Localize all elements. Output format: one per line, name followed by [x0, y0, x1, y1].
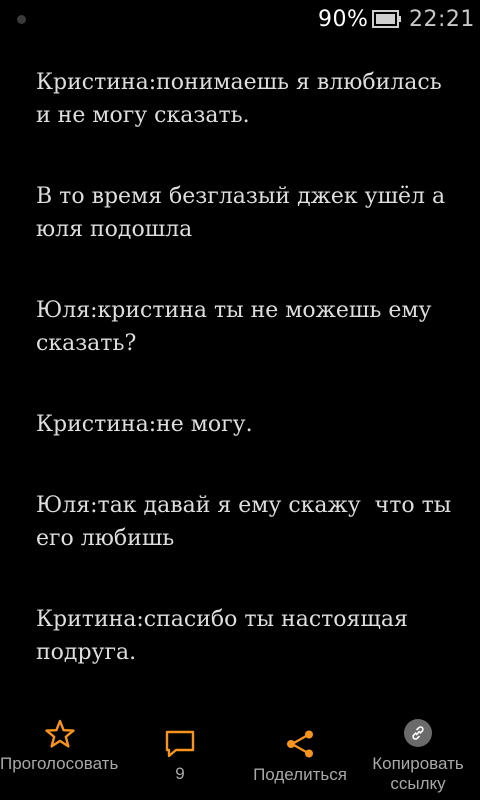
star-icon	[45, 719, 75, 748]
vote-label: Проголосовать	[0, 754, 119, 773]
paragraph: Кристина:не могу.	[36, 412, 253, 437]
comment-icon	[165, 730, 195, 758]
share-icon	[287, 730, 313, 758]
paragraph: Юля:так давай я ему скажу что ты его люб…	[36, 493, 459, 551]
comments-count: 9	[175, 764, 185, 783]
clock: 22:21	[409, 7, 475, 32]
battery-percent: 90%	[318, 7, 369, 32]
comments-button[interactable]: 9	[130, 708, 230, 800]
battery-icon	[372, 10, 401, 28]
copy-link-label: Копировать ссылку	[372, 754, 464, 793]
bottom-action-bar: Проголосовать 9 Поделиться Копировать сс…	[0, 708, 480, 800]
share-label: Поделиться	[253, 765, 347, 784]
paragraph: Критина:спасибо ты настоящая подруга.	[36, 607, 415, 665]
paragraph: Кристина:понимаешь я влюбилась и не могу…	[36, 70, 449, 128]
paragraph: В то время безглазый джек ушёл а юля под…	[36, 184, 453, 242]
notification-dot-icon	[17, 15, 26, 24]
copy-link-button[interactable]: Копировать ссылку	[356, 708, 480, 800]
vote-button[interactable]: Проголосовать	[0, 708, 120, 800]
paragraph: Юля:кристина ты не можешь ему сказать?	[36, 298, 439, 356]
status-bar: 90% 22:21	[0, 0, 480, 38]
link-icon	[404, 719, 432, 747]
share-button[interactable]: Поделиться	[240, 708, 360, 800]
story-text: Кристина:понимаешь я влюбилась и не могу…	[36, 66, 456, 717]
